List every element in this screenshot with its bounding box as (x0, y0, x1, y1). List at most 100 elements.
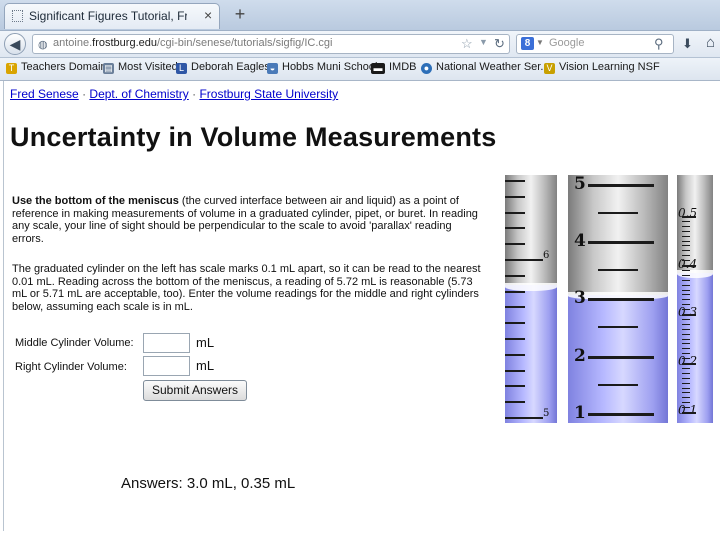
right-scale-tick-minor (682, 343, 690, 345)
imdb-icon: ▬ (371, 63, 385, 74)
vision-learning-icon: V (544, 63, 555, 74)
middle-scale-tick-major (588, 241, 654, 244)
right-scale-tick-minor (682, 289, 690, 291)
right-scale-tick-minor (682, 304, 690, 306)
answers-text: Answers: 3.0 mL, 0.35 mL (121, 475, 296, 492)
tab-strip: Significant Figures Tutorial, Frame IC ×… (0, 0, 720, 31)
left-scale-tick (505, 227, 525, 230)
middle-cylinder-label: Middle Cylinder Volume: (15, 337, 134, 349)
bookmarks-bar: T Teachers Domain ▤ Most Visited L Deborah … (0, 58, 720, 81)
back-button[interactable]: ◀ (4, 33, 26, 55)
navigation-bar: ◀ ◍ antoine.frostburg.edu/cgi-bin/senese… (0, 31, 720, 58)
right-scale-tick-minor (682, 269, 690, 271)
right-scale-tick-major (682, 216, 696, 218)
left-scale-tick (505, 211, 525, 214)
bookmark-imdb[interactable]: ▬ IMDB (371, 61, 417, 74)
search-engine-icon[interactable]: 8 (521, 37, 534, 50)
home-icon[interactable]: ⌂ (706, 34, 715, 51)
reload-icon[interactable]: ↻ (494, 36, 505, 52)
right-scale-tick-minor (682, 230, 690, 232)
link-dept-chemistry[interactable]: Dept. of Chemistry (89, 87, 188, 101)
left-scale-tick (505, 243, 525, 246)
middle-scale-label-2: 2 (574, 346, 586, 366)
bookmark-label: National Weather Ser... (436, 61, 550, 73)
history-dropdown-icon[interactable]: ▼ (479, 37, 488, 47)
bookmark-star-icon[interactable]: ☆ (461, 36, 473, 52)
middle-scale-tick-minor (598, 384, 638, 386)
right-scale-tick-minor (682, 323, 690, 325)
right-unit-label: mL (196, 358, 215, 373)
left-glass (505, 175, 557, 285)
middle-scale-tick-major (588, 356, 654, 359)
download-icon[interactable]: ⬇ (682, 36, 693, 52)
right-scale-tick-minor (682, 338, 690, 340)
right-scale-tick-minor (682, 407, 690, 409)
tab-title: Significant Figures Tutorial, Frame IC (29, 9, 187, 23)
address-bar[interactable]: ◍ antoine.frostburg.edu/cgi-bin/senese/t… (32, 34, 510, 54)
page-favicon-icon (12, 10, 23, 22)
right-scale-tick-minor (682, 358, 690, 360)
middle-scale-tick-minor (598, 269, 638, 271)
middle-unit-label: mL (196, 335, 215, 350)
new-tab-button[interactable]: + (230, 5, 250, 25)
search-placeholder: Google (549, 37, 585, 49)
right-scale-tick-minor (682, 240, 690, 242)
bookmark-vision-learning[interactable]: V Vision Learning NSF (544, 61, 660, 74)
tab-close-icon[interactable]: × (204, 7, 212, 23)
bookmark-deborah-eagles[interactable]: L Deborah Eagles (176, 61, 270, 74)
right-scale-tick-minor (682, 318, 690, 320)
deborah-eagles-icon: L (176, 63, 187, 74)
left-scale-tick (505, 353, 525, 356)
search-box[interactable]: 8 ▼ Google ⚲ (516, 34, 674, 54)
right-scale-tick-minor (682, 377, 690, 379)
search-icon[interactable]: ⚲ (654, 36, 664, 52)
url-path: /cgi-bin/senese/tutorials/sigfig/IC.cgi (156, 37, 333, 49)
right-scale-tick-minor (682, 348, 690, 350)
link-separator: · (192, 87, 197, 101)
left-scale-tick (505, 195, 525, 198)
bookmark-hobbs-schools[interactable]: ◒ Hobbs Muni Schools (267, 61, 383, 74)
teachers-domain-icon: T (6, 63, 17, 74)
bookmark-label: Deborah Eagles (191, 61, 270, 73)
url-text: antoine.frostburg.edu/cgi-bin/senese/tut… (53, 37, 332, 49)
bookmark-weather[interactable]: ● National Weather Ser... (421, 61, 550, 74)
intro-emphasis: Use the bottom of the meniscus (12, 195, 179, 207)
right-scale-tick-minor (682, 260, 690, 262)
submit-answers-button[interactable]: Submit Answers (143, 380, 247, 401)
right-scale-tick-major (682, 363, 696, 365)
bookmark-most-visited[interactable]: ▤ Most Visited (103, 61, 178, 74)
browser-tab[interactable]: Significant Figures Tutorial, Frame IC × (4, 3, 220, 29)
bookmark-teachers-domain[interactable]: T Teachers Domain (6, 61, 107, 74)
most-visited-icon: ▤ (103, 63, 114, 74)
url-prefix: antoine. (53, 37, 93, 49)
middle-scale-tick-major (588, 298, 654, 301)
left-scale-tick (505, 306, 525, 309)
right-scale-tick-minor (682, 402, 690, 404)
middle-cylinder-input[interactable] (143, 333, 190, 353)
bookmark-label: IMDB (389, 61, 417, 73)
right-scale-tick-minor (682, 225, 690, 227)
left-scale-tick (505, 322, 525, 325)
left-scale-tick (505, 290, 525, 293)
url-domain: frostburg.edu (92, 37, 157, 49)
middle-scale-label-3: 3 (574, 288, 586, 308)
right-scale-label-0-2: 0.2 (678, 354, 698, 368)
instructions-paragraph: The graduated cylinder on the left has s… (12, 263, 481, 313)
middle-scale-tick-minor (598, 212, 638, 214)
right-cylinder-input[interactable] (143, 356, 190, 376)
left-scale-tick (505, 417, 543, 419)
right-scale-tick-minor (682, 367, 690, 369)
right-scale-label-0-1: 0.1 (678, 403, 698, 417)
right-scale-tick-major (682, 412, 696, 414)
right-scale-tick-major (682, 265, 696, 267)
right-scale-tick-minor (682, 274, 690, 276)
right-scale-tick-minor (682, 235, 690, 237)
left-scale-tick (505, 401, 525, 404)
search-engine-dropdown-icon[interactable]: ▼ (536, 38, 544, 47)
bookmark-label: Teachers Domain (21, 61, 107, 73)
link-fred-senese[interactable]: Fred Senese (10, 87, 79, 101)
link-frostburg[interactable]: Frostburg State University (199, 87, 338, 101)
right-scale-tick-minor (682, 353, 690, 355)
right-scale-tick-minor (682, 250, 690, 252)
right-scale-tick-minor (682, 328, 690, 330)
